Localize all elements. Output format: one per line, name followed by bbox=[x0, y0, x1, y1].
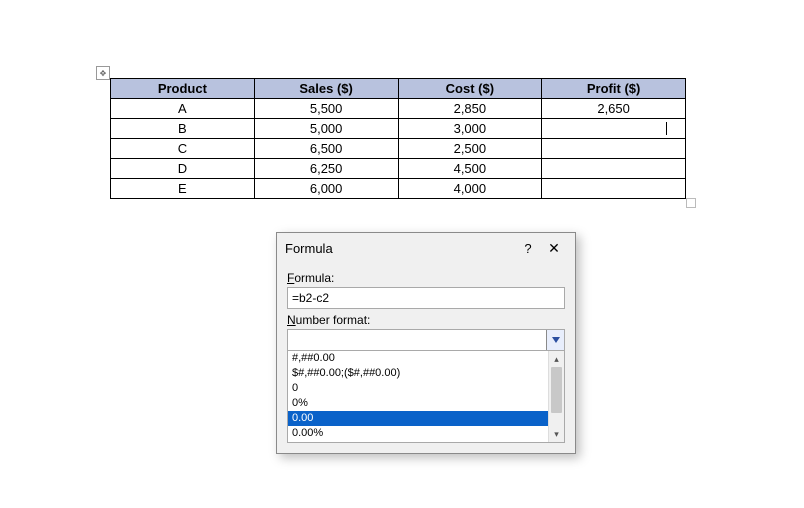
data-table-container: Product Sales ($) Cost ($) Profit ($) A … bbox=[110, 78, 686, 199]
number-format-input[interactable] bbox=[288, 330, 546, 350]
list-item-selected[interactable]: 0.00 bbox=[288, 411, 564, 426]
cell-product[interactable]: D bbox=[111, 159, 255, 179]
table-move-handle[interactable]: ✥ bbox=[96, 66, 110, 80]
cell-product[interactable]: A bbox=[111, 99, 255, 119]
formula-label: Formula: bbox=[287, 271, 565, 285]
cell-cost[interactable]: 4,000 bbox=[398, 179, 542, 199]
scroll-down-icon[interactable]: ▾ bbox=[549, 426, 564, 442]
dialog-titlebar[interactable]: Formula ? ✕ bbox=[277, 233, 575, 263]
table-row[interactable]: C 6,500 2,500 bbox=[111, 139, 686, 159]
cell-cost[interactable]: 3,000 bbox=[398, 119, 542, 139]
cell-profit-active[interactable] bbox=[542, 119, 686, 139]
dialog-body: Formula: =b2-c2 Number format: #,##0.00 … bbox=[277, 263, 575, 453]
cell-sales[interactable]: 6,500 bbox=[254, 139, 398, 159]
scroll-thumb[interactable] bbox=[551, 367, 562, 413]
table-header-row: Product Sales ($) Cost ($) Profit ($) bbox=[111, 79, 686, 99]
table-row[interactable]: D 6,250 4,500 bbox=[111, 159, 686, 179]
list-item[interactable]: $#,##0.00;($#,##0.00) bbox=[288, 366, 564, 381]
list-item[interactable]: 0% bbox=[288, 396, 564, 411]
dialog-title-text: Formula bbox=[285, 241, 515, 256]
list-item[interactable]: #,##0.00 bbox=[288, 351, 564, 366]
cell-sales[interactable]: 6,000 bbox=[254, 179, 398, 199]
number-format-combo[interactable] bbox=[287, 329, 565, 351]
number-format-listbox[interactable]: #,##0.00 $#,##0.00;($#,##0.00) 0 0% 0.00… bbox=[287, 351, 565, 443]
scroll-up-icon[interactable]: ▴ bbox=[549, 351, 564, 367]
col-header-product[interactable]: Product bbox=[111, 79, 255, 99]
table-row[interactable]: E 6,000 4,000 bbox=[111, 179, 686, 199]
col-header-sales[interactable]: Sales ($) bbox=[254, 79, 398, 99]
table-resize-handle[interactable] bbox=[686, 198, 696, 208]
help-button[interactable]: ? bbox=[515, 241, 541, 256]
cell-sales[interactable]: 5,500 bbox=[254, 99, 398, 119]
table-row[interactable]: A 5,500 2,850 2,650 bbox=[111, 99, 686, 119]
col-header-profit[interactable]: Profit ($) bbox=[542, 79, 686, 99]
list-item[interactable]: 0 bbox=[288, 381, 564, 396]
cell-profit[interactable] bbox=[542, 179, 686, 199]
cell-cost[interactable]: 2,500 bbox=[398, 139, 542, 159]
close-button[interactable]: ✕ bbox=[541, 240, 567, 257]
formula-input[interactable]: =b2-c2 bbox=[287, 287, 565, 309]
table-row[interactable]: B 5,000 3,000 bbox=[111, 119, 686, 139]
cell-cost[interactable]: 4,500 bbox=[398, 159, 542, 179]
list-item[interactable]: 0.00% bbox=[288, 426, 564, 441]
number-format-label: Number format: bbox=[287, 313, 565, 327]
cell-sales[interactable]: 6,250 bbox=[254, 159, 398, 179]
cell-product[interactable]: E bbox=[111, 179, 255, 199]
formula-dialog: Formula ? ✕ Formula: =b2-c2 Number forma… bbox=[276, 232, 576, 454]
cell-profit[interactable] bbox=[542, 159, 686, 179]
dropdown-arrow-icon[interactable] bbox=[546, 330, 564, 350]
cell-profit[interactable]: 2,650 bbox=[542, 99, 686, 119]
cell-product[interactable]: C bbox=[111, 139, 255, 159]
col-header-cost[interactable]: Cost ($) bbox=[398, 79, 542, 99]
cell-profit[interactable] bbox=[542, 139, 686, 159]
cell-sales[interactable]: 5,000 bbox=[254, 119, 398, 139]
scrollbar[interactable]: ▴ ▾ bbox=[548, 351, 564, 442]
table-body: A 5,500 2,850 2,650 B 5,000 3,000 C 6,50… bbox=[111, 99, 686, 199]
data-table[interactable]: Product Sales ($) Cost ($) Profit ($) A … bbox=[110, 78, 686, 199]
cell-cost[interactable]: 2,850 bbox=[398, 99, 542, 119]
cell-product[interactable]: B bbox=[111, 119, 255, 139]
